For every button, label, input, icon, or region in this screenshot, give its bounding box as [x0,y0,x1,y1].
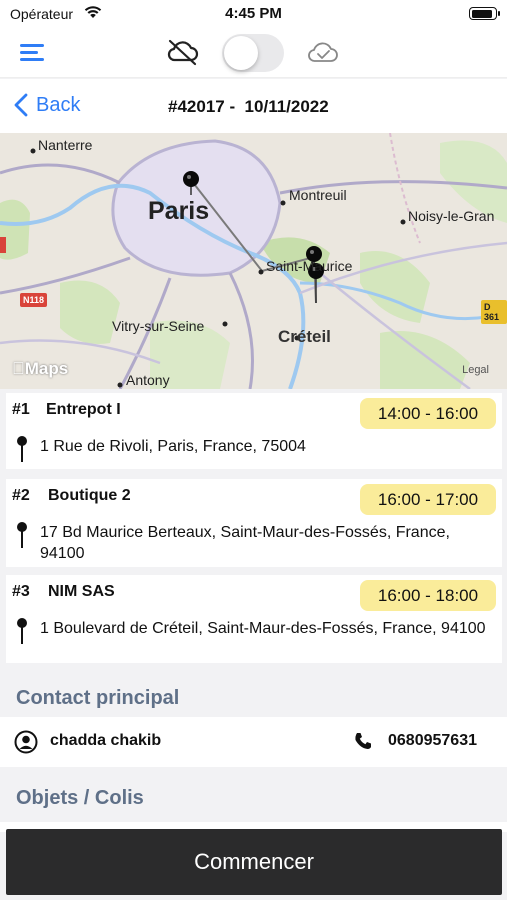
location-pin-icon [17,618,27,644]
stop-address: 1 Boulevard de Créteil, Saint-Maur-des-F… [40,620,486,637]
map-background [0,133,507,389]
stop-name: NIM SAS [48,583,115,600]
clock: 4:45 PM [225,5,282,22]
contact-section-title: Contact principal [16,687,180,709]
location-pin-icon [17,522,27,548]
road-badge-d361: D 361 [481,300,507,324]
stop-name: Entrepot I [46,401,121,418]
contact-row[interactable]: chadda chakib 0680957631 [0,717,507,767]
stop-address: 17 Bd Maurice Berteaux, Saint-Maur-des-F… [40,524,450,562]
contact-phone[interactable]: 0680957631 [388,732,477,750]
phone-icon[interactable] [354,732,372,750]
maps-logo: Maps [12,359,68,378]
map-label-saint-maurice: Saint-Maurice [266,258,353,274]
back-button[interactable]: Back [14,93,80,117]
route-map[interactable]: Nanterre Paris Montreuil Noisy-le-Gran S… [0,133,507,389]
map-label-antony: Antony [126,372,170,388]
map-label-montreuil: Montreuil [289,187,347,203]
start-button[interactable]: Commencer [6,829,502,895]
time-window-badge: 14:00 - 16:00 [360,398,496,429]
time-window-badge: 16:00 - 17:00 [360,484,496,515]
map-label-vitry: Vitry-sur-Seine [112,318,205,334]
map-label-creteil: Créteil [278,327,331,346]
stop-number: #2 [12,487,30,504]
stop-card[interactable]: #2 Boutique 2 16:00 - 17:00 17 Bd Mauric… [6,479,502,567]
status-bar: Opérateur 4:45 PM [0,0,507,28]
map-label-noisy: Noisy-le-Gran [408,208,495,224]
location-pin-icon [17,436,27,462]
battery-icon [469,7,500,20]
legal-link[interactable]: Legal [462,364,489,376]
map-label-paris: Paris [148,197,210,225]
stop-name: Boutique 2 [48,487,131,504]
road-badge-n118: N118 [20,293,48,307]
contact-name: chadda chakib [50,732,162,749]
stop-card[interactable]: #1 Entrepot I 14:00 - 16:00 1 Rue de Riv… [6,393,502,469]
stop-address: 1 Rue de Rivoli, Paris, France, 75004 [40,438,306,455]
cloud-off-icon[interactable] [166,38,200,66]
nav-bar: Back #42017 - 10/11/2022 [0,79,507,133]
chevron-left-icon [14,93,28,117]
person-icon [14,730,38,754]
time-window-badge: 16:00 - 18:00 [360,580,496,611]
map-label-nanterre: Nanterre [38,137,93,153]
stop-number: #1 [12,401,30,418]
stop-number: #3 [12,583,30,600]
stop-card[interactable]: #3 NIM SAS 16:00 - 18:00 1 Boulevard de … [6,575,502,663]
top-toolbar [0,28,507,78]
back-label: Back [36,93,81,116]
sync-toggle[interactable] [222,34,284,72]
page-title: #42017 - 10/11/2022 [168,97,329,116]
cloud-check-icon[interactable] [306,40,340,66]
menu-icon[interactable] [20,42,46,62]
objects-section-title: Objets / Colis [16,787,144,809]
